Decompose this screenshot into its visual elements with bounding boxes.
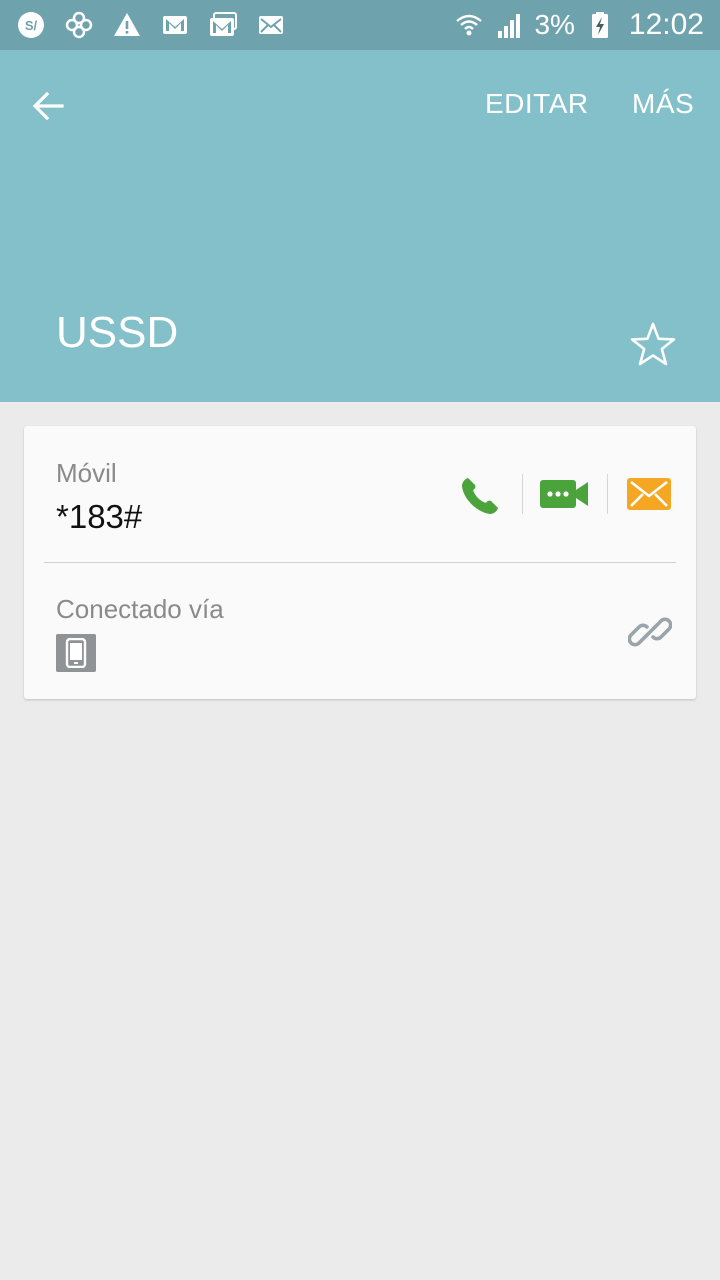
video-camera-icon	[540, 480, 588, 508]
system-icons: 3% 12:02	[454, 8, 720, 42]
wifi-icon	[454, 10, 484, 40]
battery-charging-icon	[585, 10, 615, 40]
video-call-button[interactable]	[538, 476, 592, 512]
warning-icon	[112, 10, 142, 40]
link-button[interactable]	[627, 610, 673, 654]
gmail-icon	[160, 10, 190, 40]
phone-type-label: Móvil	[56, 458, 117, 488]
contact-header: EDITAR MÁS USSD	[0, 50, 720, 402]
status-bar: S/ 3% 12:02	[0, 0, 720, 50]
message-button[interactable]	[626, 476, 672, 512]
phone-icon	[462, 478, 498, 514]
battery-percent: 3%	[534, 9, 575, 40]
star-icon	[630, 322, 676, 366]
gmail-icon	[208, 10, 238, 40]
back-button[interactable]	[22, 80, 74, 132]
call-button[interactable]	[456, 472, 504, 520]
device-phone-icon	[56, 634, 96, 672]
favorite-button[interactable]	[626, 318, 680, 372]
email-icon	[256, 10, 286, 40]
s-app-icon: S/	[16, 10, 46, 40]
phone-number[interactable]: *183#	[56, 498, 142, 536]
more-button[interactable]: MÁS	[632, 88, 694, 120]
svg-text:S/: S/	[25, 18, 38, 33]
contact-detail-card: Móvil *183# Conectado vía	[24, 426, 696, 699]
contact-name: USSD	[56, 308, 179, 357]
divider	[44, 562, 676, 563]
pinwheel-icon	[64, 10, 94, 40]
signal-icon	[494, 10, 524, 40]
envelope-icon	[627, 478, 671, 510]
phone-row: Móvil *183#	[24, 426, 696, 562]
arrow-left-icon	[32, 91, 64, 121]
edit-button[interactable]: EDITAR	[485, 88, 589, 120]
notification-icons: S/	[0, 10, 286, 40]
separator	[607, 474, 608, 514]
connected-via-label: Conectado vía	[56, 594, 224, 624]
separator	[522, 474, 523, 514]
link-icon	[627, 617, 673, 647]
clock: 12:02	[628, 8, 704, 41]
